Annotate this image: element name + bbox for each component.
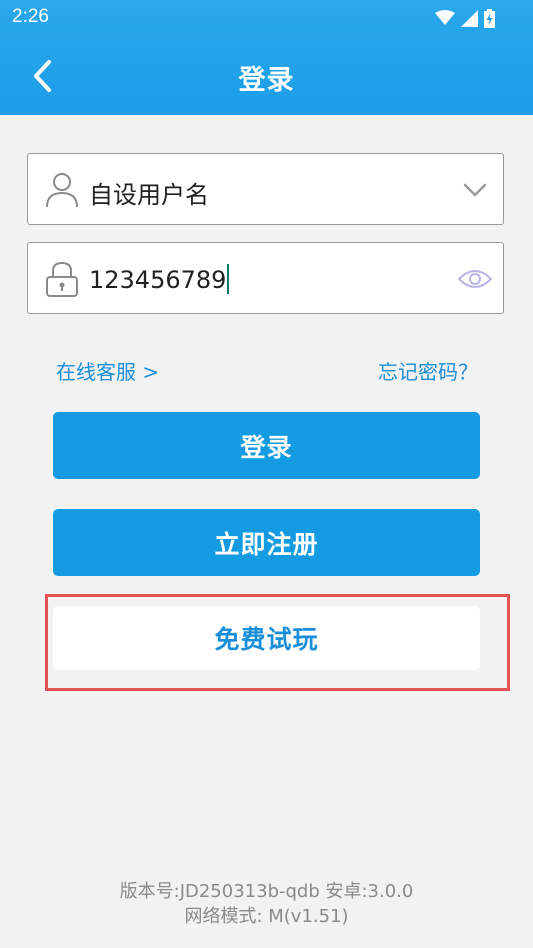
status-icons bbox=[435, 8, 495, 28]
username-value: 自设用户名 bbox=[89, 181, 209, 209]
app-header: 2:26 登录 bbox=[0, 0, 533, 115]
signal-icon bbox=[461, 9, 478, 27]
forgot-password-link[interactable]: 忘记密码？ bbox=[378, 356, 478, 385]
password-value: 123456789 bbox=[89, 264, 230, 294]
status-time: 2:26 bbox=[12, 6, 49, 27]
chevron-down-icon bbox=[463, 183, 487, 197]
wifi-icon bbox=[435, 10, 455, 25]
page-title: 登录 bbox=[238, 65, 295, 96]
text-cursor bbox=[227, 264, 230, 294]
username-dropdown-button[interactable] bbox=[455, 172, 495, 208]
online-service-link[interactable]: 在线客服 > bbox=[56, 356, 159, 385]
password-field[interactable]: 123456789 bbox=[27, 242, 504, 314]
network-mode-info: 网络模式: M(v1.51) bbox=[184, 906, 349, 927]
password-text: 123456789 bbox=[89, 266, 227, 294]
login-button[interactable]: 登录 bbox=[53, 412, 480, 479]
free-trial-button[interactable]: 免费试玩 bbox=[53, 606, 480, 670]
register-button[interactable]: 立即注册 bbox=[53, 509, 480, 576]
eye-icon bbox=[457, 270, 493, 288]
battery-charging-icon bbox=[484, 8, 495, 28]
user-icon bbox=[46, 173, 78, 208]
version-info: 版本号:JD250313b-qdb 安卓:3.0.0 bbox=[119, 881, 414, 902]
lock-icon bbox=[46, 261, 78, 297]
username-field[interactable]: 自设用户名 bbox=[27, 153, 504, 225]
password-visibility-toggle[interactable] bbox=[455, 261, 495, 297]
